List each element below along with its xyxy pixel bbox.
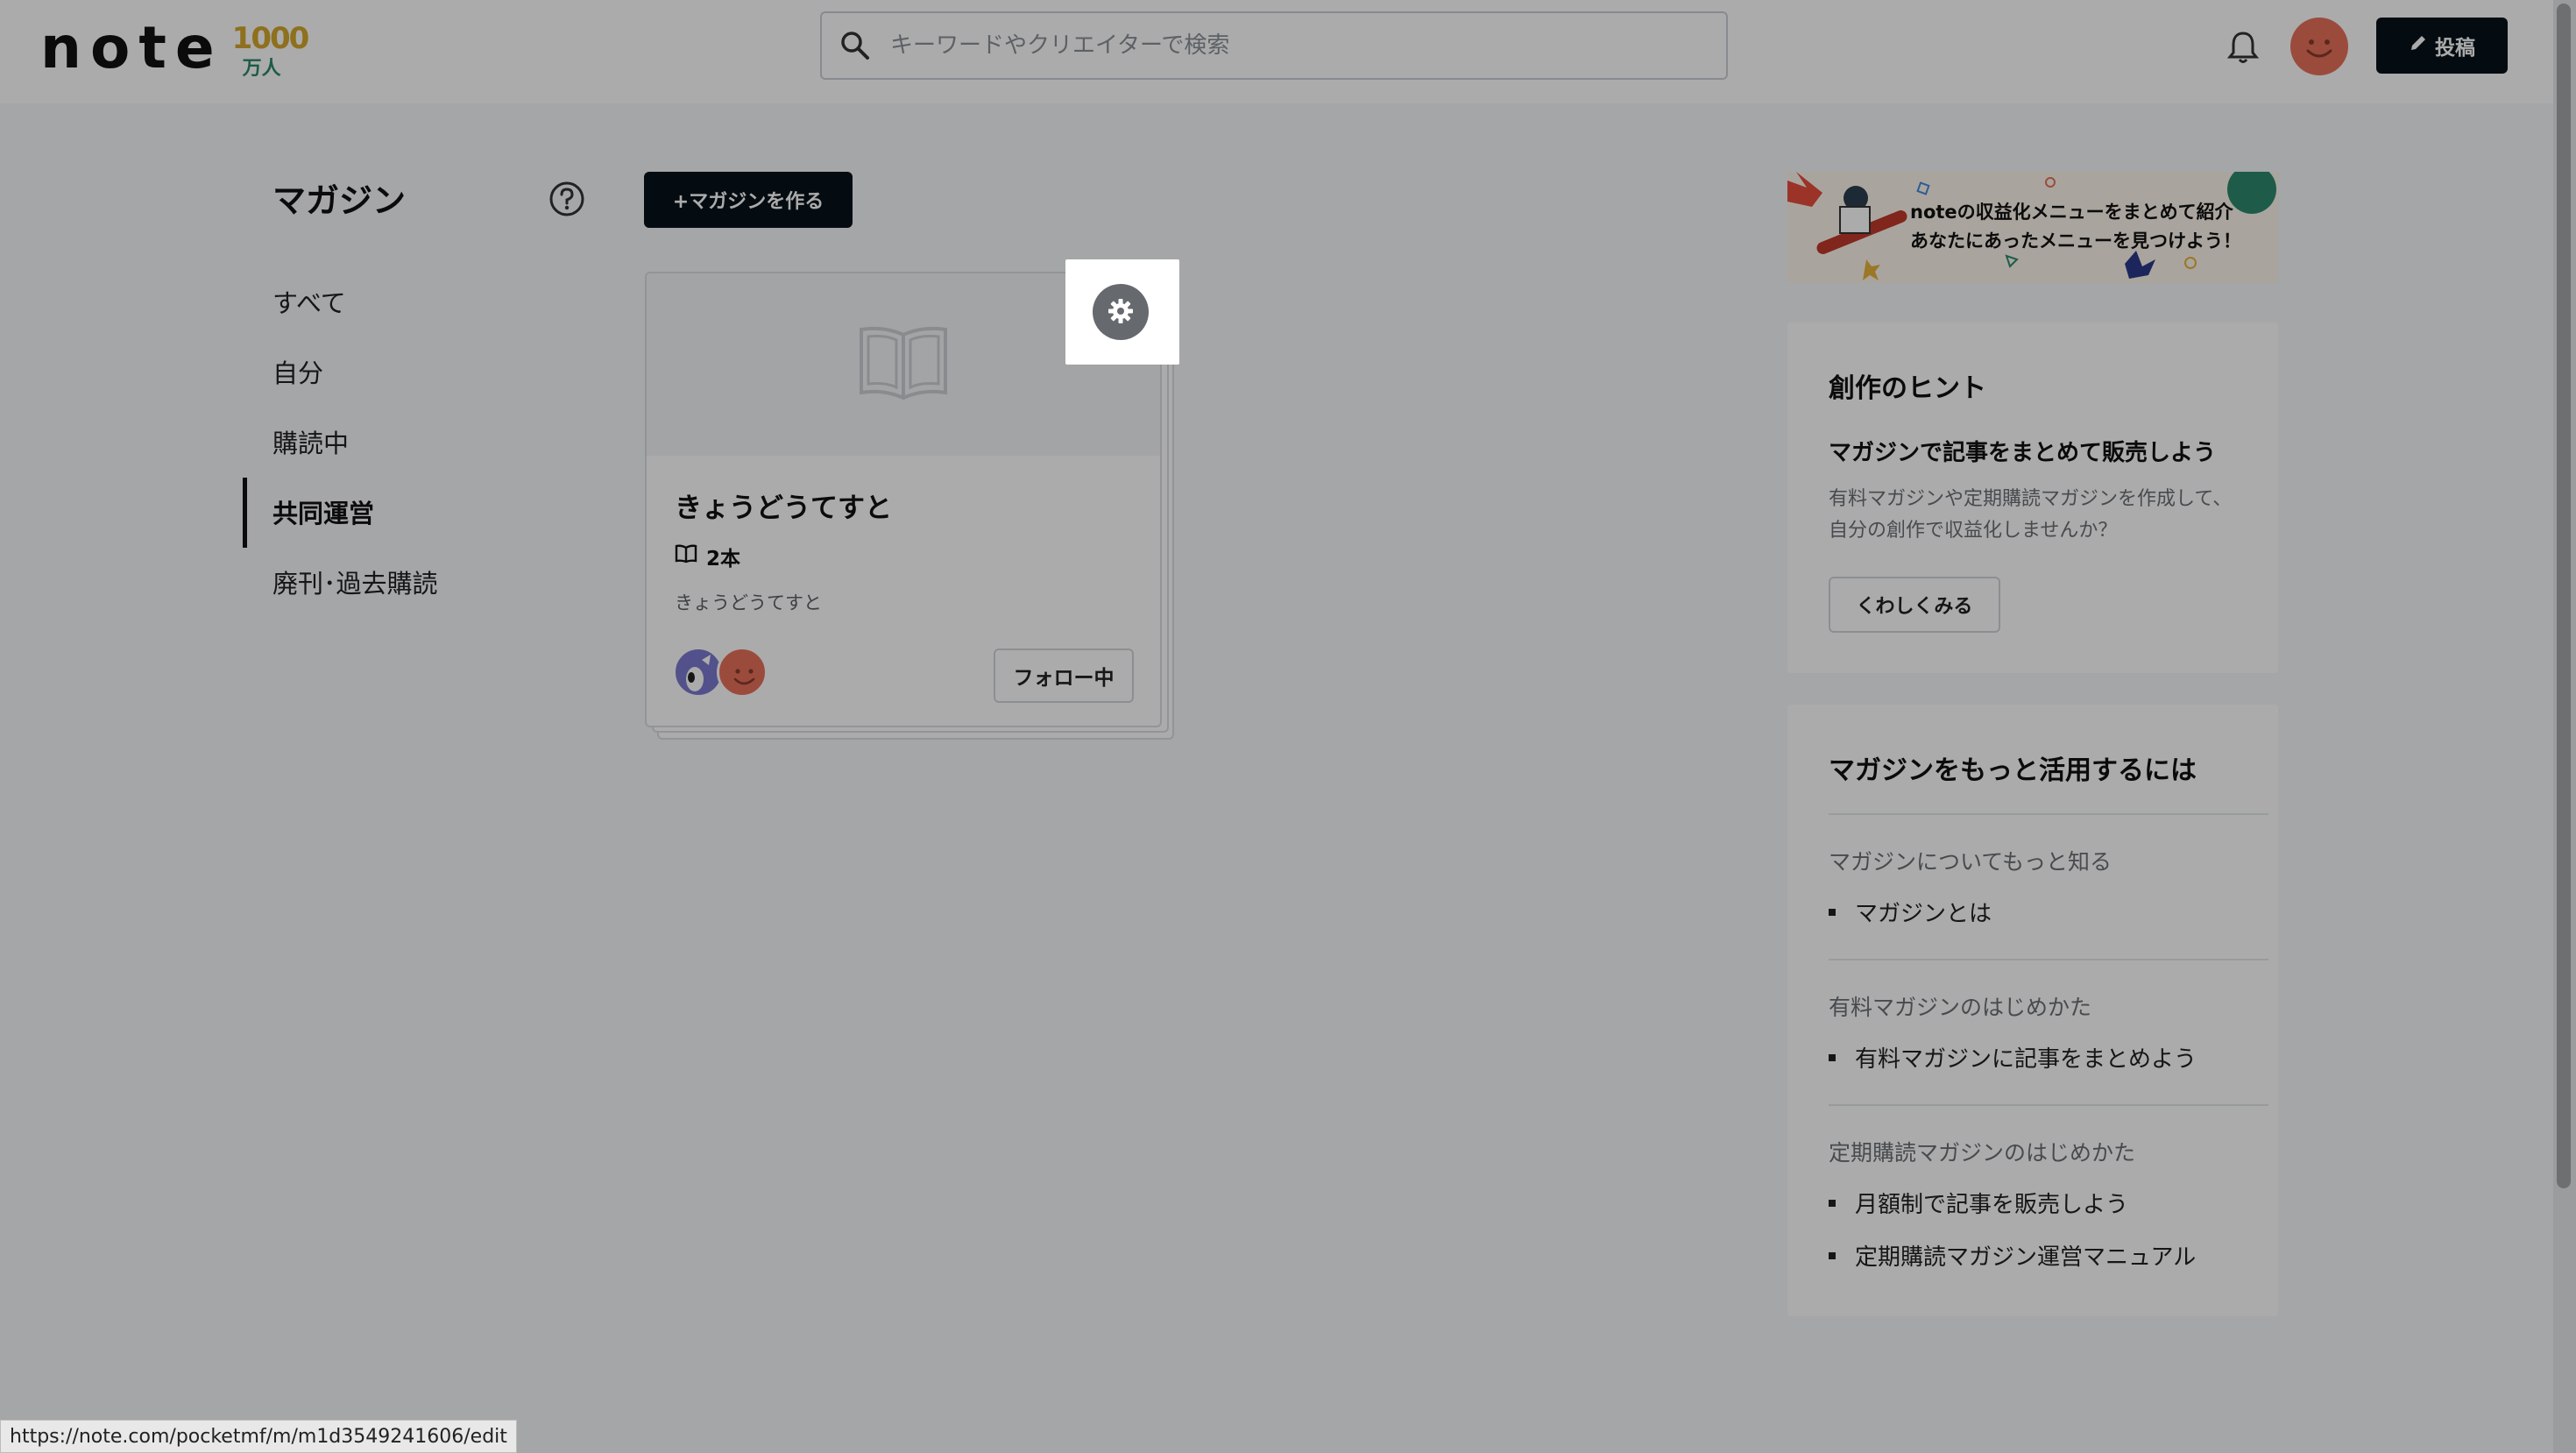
bell-icon[interactable]	[2222, 26, 2264, 68]
nav-item-mine[interactable]: 自分	[272, 353, 323, 390]
gear-icon	[1108, 298, 1134, 327]
book-icon	[854, 322, 952, 407]
guide-link[interactable]: 有料マガジンに記事をまとめよう	[1829, 1041, 2197, 1074]
guide-link[interactable]: 定期購読マガジン運営マニュアル	[1829, 1239, 2196, 1272]
help-icon[interactable]	[548, 181, 585, 217]
guide-divider	[1829, 959, 2268, 960]
magazine-count: 2本	[675, 542, 740, 571]
header: note 1000 万人 キーワードやクリエイターで検索 投稿	[0, 0, 2576, 103]
banner-text: noteの収益化メニューをまとめて紹介 あなたにあったメニューを見つけよう！	[1910, 198, 2241, 256]
create-magazine-button[interactable]: +マガジンを作る	[644, 172, 853, 228]
magazine-title[interactable]: きょうどうてすと	[675, 486, 892, 525]
guide-section-title: 有料マガジンのはじめかた	[1829, 995, 2092, 1020]
guide-link-label: 有料マガジンに記事をまとめよう	[1855, 1046, 2197, 1073]
guide-link-label: マガジンとは	[1855, 901, 1992, 927]
search-box[interactable]	[820, 11, 1728, 80]
guide-link-label: 月額制で記事を販売しよう	[1855, 1192, 2129, 1218]
hint-subtitle: マガジンで記事をまとめて販売しよう	[1829, 440, 2217, 466]
guide-divider	[1829, 1104, 2268, 1106]
bullet	[1829, 1199, 1836, 1207]
magazine-description: きょうどうてすと	[675, 592, 822, 613]
bullet	[1829, 1251, 1836, 1259]
nav-item-discontinued[interactable]: 廃刊･過去購読	[272, 563, 438, 600]
guide-section-title: マガジンについてもっと知る	[1829, 849, 2112, 875]
guide-link-label: 定期購読マガジン運営マニュアル	[1855, 1244, 2197, 1271]
logo-badge: 1000 万人	[232, 19, 310, 80]
hint-title: 創作のヒント	[1829, 373, 1986, 404]
search-input[interactable]	[888, 32, 1726, 60]
nav-active-indicator	[243, 478, 247, 548]
status-url: https://note.com/pocketmf/m/m1d354924160…	[0, 1420, 517, 1453]
magazine-settings-button[interactable]	[1093, 284, 1149, 340]
guide-link[interactable]: 月額制で記事を販売しよう	[1829, 1187, 2128, 1219]
magazine-guide-panel: マガジンをもっと活用するには マガジンについてもっと知る マガジンとは 有料マガ…	[1787, 705, 2278, 1316]
post-button-label: 投稿	[2435, 37, 2475, 60]
bullet	[1829, 908, 1836, 916]
logo-badge-number: 1000	[231, 21, 310, 56]
guide-link[interactable]: マガジンとは	[1829, 896, 1992, 928]
pencil-icon	[2409, 33, 2428, 58]
nav-title: マガジン	[272, 181, 407, 220]
app-root: note 1000 万人 キーワードやクリエイターで検索 投稿 マガジン すべて…	[0, 0, 2576, 1453]
scrollbar-thumb[interactable]	[2557, 4, 2571, 1188]
bullet	[1829, 1053, 1836, 1061]
nav-item-subscribed[interactable]: 購読中	[272, 423, 349, 460]
logo-badge-unit: 万人	[242, 58, 281, 80]
banner-line: noteの収益化メニューをまとめて紹介	[1910, 202, 2233, 223]
banner-line: あなたにあったメニューを見つけよう！	[1910, 230, 2241, 252]
creation-hint-panel: 創作のヒント マガジンで記事をまとめて販売しよう 有料マガジンや定期購読マガジン…	[1787, 322, 2278, 673]
guide-divider	[1829, 813, 2268, 815]
post-button[interactable]: 投稿	[2376, 18, 2508, 74]
monetization-banner[interactable]: noteの収益化メニューをまとめて紹介 あなたにあったメニューを見つけよう！	[1787, 172, 2278, 284]
user-avatar[interactable]	[2290, 18, 2348, 75]
logo[interactable]: note 1000 万人	[40, 14, 310, 82]
nav-item-co-managed[interactable]: 共同運営	[272, 493, 374, 530]
follow-button[interactable]: フォロー中	[994, 649, 1134, 703]
member-avatar[interactable]	[717, 647, 768, 698]
book-icon	[675, 544, 697, 569]
learn-more-button[interactable]: くわしくみる	[1829, 577, 2000, 633]
magazine-count-text: 2本	[706, 548, 741, 571]
nav-item-all[interactable]: すべて	[272, 283, 346, 320]
search-icon	[838, 28, 873, 63]
guide-section-title: 定期購読マガジンのはじめかた	[1829, 1140, 2136, 1166]
guide-title: マガジンをもっと活用するには	[1829, 755, 2197, 786]
logo-text: note	[40, 14, 223, 82]
hint-body: 有料マガジンや定期購読マガジンを作成して、自分の創作で収益化しませんか？	[1829, 488, 2233, 542]
